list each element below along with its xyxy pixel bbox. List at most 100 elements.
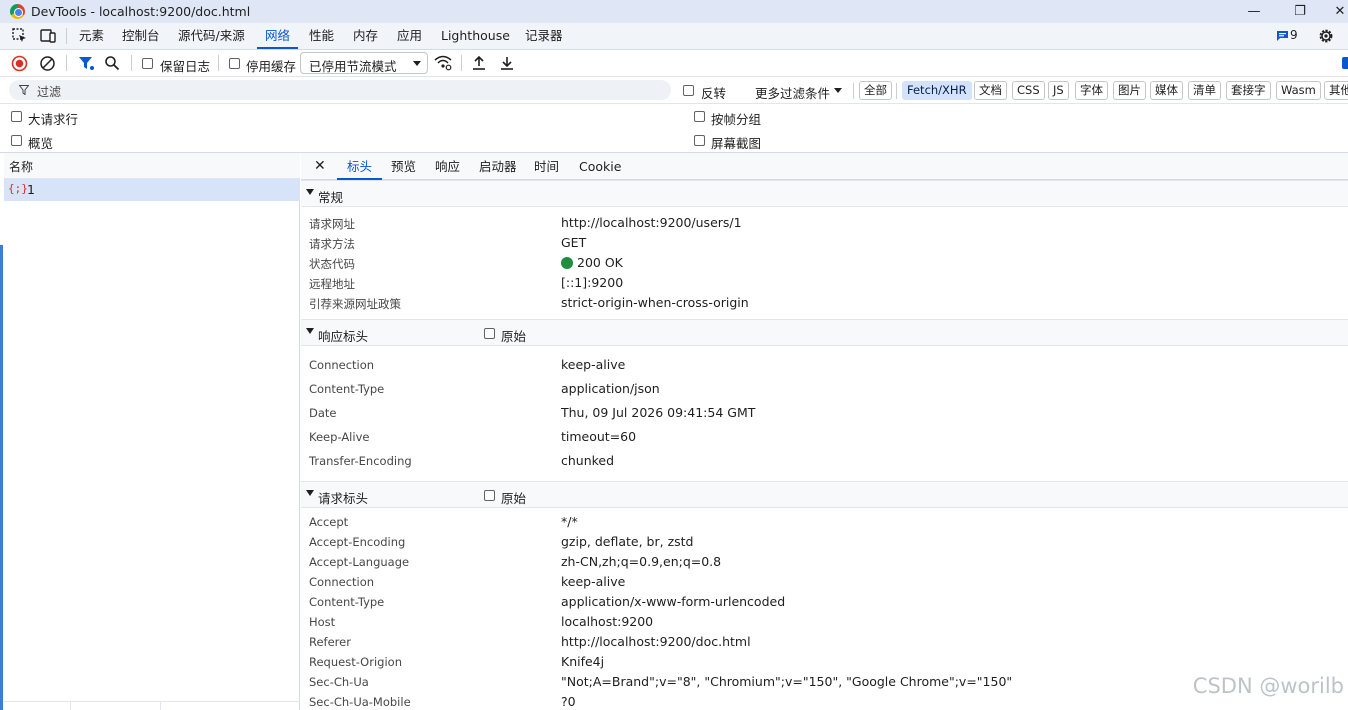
filter-divider <box>896 83 897 99</box>
network-toolbar: 保留日志 停用缓存 已停用节流模式 <box>0 50 1348 77</box>
preserve-log-checkbox[interactable] <box>142 58 153 69</box>
tab-elements[interactable]: 元素 <box>79 23 104 49</box>
header-name: Referer <box>309 635 351 649</box>
tab-preview[interactable]: 预览 <box>391 153 416 180</box>
header-name: 状态代码 <box>309 257 355 271</box>
dropdown-caret-icon <box>413 61 421 66</box>
window-titlebar: DevTools - localhost:9200/doc.html — ❐ ✕ <box>0 0 1348 23</box>
toolbar-divider <box>131 55 132 71</box>
overflow-settings-icon[interactable] <box>1342 57 1348 69</box>
filter-chip-other-clip: 其他 <box>1324 81 1348 100</box>
tab-network[interactable]: 网络 <box>257 23 299 49</box>
response-headers-title: 响应标头 <box>318 329 369 344</box>
response-headers-section-header[interactable]: 响应标头 原始 <box>301 319 1348 346</box>
filter-input[interactable]: 过滤 <box>9 80 671 100</box>
more-filters-dropdown[interactable]: 更多过滤条件 <box>755 83 830 102</box>
group-by-frame-checkbox[interactable] <box>694 111 705 122</box>
header-name: Sec-Ch-Ua-Mobile <box>309 695 411 709</box>
header-value: keep-alive <box>561 574 626 589</box>
filter-funnel-icon[interactable] <box>78 55 94 71</box>
disable-cache-checkbox[interactable] <box>229 58 240 69</box>
clear-log-icon[interactable] <box>39 55 56 72</box>
filter-chip-fetch-xhr[interactable]: Fetch/XHR <box>902 81 972 100</box>
left-edge-accent <box>0 245 3 710</box>
preserve-log-label: 保留日志 <box>160 59 211 74</box>
tab-response[interactable]: 响应 <box>435 153 460 180</box>
tabbar-divider <box>66 28 67 44</box>
tab-sources[interactable]: 源代码/来源 <box>178 23 245 49</box>
big-rows-checkbox[interactable] <box>11 111 22 122</box>
header-value: Knife4j <box>561 654 605 669</box>
request-row[interactable]: {;} 1 <box>4 179 300 201</box>
request-headers-section-header[interactable]: 请求标头 原始 <box>301 481 1348 508</box>
filter-chip-ws[interactable]: 套接字 <box>1226 81 1271 100</box>
header-value: "Not;A=Brand";v="8", "Chromium";v="150",… <box>561 674 1013 689</box>
filter-chip-other[interactable]: 其他 <box>1324 81 1348 100</box>
big-rows-label: 大请求行 <box>28 112 79 127</box>
filter-chip-js[interactable]: JS <box>1048 81 1069 100</box>
header-name: Content-Type <box>309 595 385 609</box>
header-value: Thu, 09 Jul 2026 09:41:54 GMT <box>561 405 756 420</box>
issues-icon[interactable] <box>1276 30 1289 42</box>
request-raw-checkbox[interactable] <box>484 490 495 501</box>
general-section-header[interactable]: 常规 <box>301 180 1348 207</box>
issues-count: 9 <box>1290 28 1298 42</box>
header-value: zh-CN,zh;q=0.9,en;q=0.8 <box>561 554 722 569</box>
stop-recording-icon[interactable] <box>11 55 28 72</box>
tab-memory[interactable]: 内存 <box>353 23 378 49</box>
filter-divider <box>853 83 854 99</box>
filter-chip-manifest[interactable]: 清单 <box>1188 81 1221 100</box>
close-detail-icon[interactable]: ✕ <box>314 158 326 174</box>
header-value: http://localhost:9200/doc.html <box>561 634 751 649</box>
request-list-pane: 名称 {;} 1 <box>4 153 300 710</box>
devtools-tabbar: 元素 控制台 源代码/来源 网络 性能 内存 应用 Lighthouse 记录器… <box>0 23 1348 50</box>
export-har-download-icon[interactable] <box>499 55 515 71</box>
header-value: */* <box>561 514 578 529</box>
filter-chip-img[interactable]: 图片 <box>1113 81 1146 100</box>
device-toolbar-icon[interactable] <box>39 27 57 45</box>
tab-timing[interactable]: 时间 <box>534 153 559 180</box>
filter-chip-font[interactable]: 字体 <box>1075 81 1108 100</box>
tab-cookies[interactable]: Cookie <box>579 153 621 180</box>
tab-performance[interactable]: 性能 <box>309 23 334 49</box>
filter-chip-css[interactable]: CSS <box>1012 81 1045 100</box>
search-icon[interactable] <box>104 55 120 71</box>
filter-chip-all[interactable]: 全部 <box>859 81 892 100</box>
settings-gear-icon[interactable] <box>1317 27 1335 45</box>
request-url-value: http://localhost:9200/users/1 <box>561 215 742 230</box>
import-har-upload-icon[interactable] <box>471 55 487 71</box>
header-name: 引荐来源网址政策 <box>309 297 401 311</box>
response-raw-label: 原始 <box>501 329 527 344</box>
tab-lighthouse[interactable]: Lighthouse <box>441 23 510 49</box>
tab-application[interactable]: 应用 <box>397 23 422 49</box>
response-raw-checkbox[interactable] <box>484 328 495 339</box>
inspect-element-icon[interactable] <box>11 27 29 45</box>
header-value: timeout=60 <box>561 429 637 444</box>
tab-console[interactable]: 控制台 <box>122 23 160 49</box>
minimize-button[interactable]: — <box>1244 3 1264 20</box>
chevron-down-icon <box>834 88 842 93</box>
filter-bar: 过滤 反转 更多过滤条件 全部 Fetch/XHR 文档 CSS JS 字体 图… <box>0 77 1348 104</box>
tab-initiator[interactable]: 启动器 <box>479 153 517 180</box>
csdn-watermark: CSDN @worilb <box>1192 674 1344 698</box>
filter-chip-doc[interactable]: 文档 <box>974 81 1007 100</box>
close-window-button[interactable]: ✕ <box>1330 3 1348 20</box>
network-conditions-wifi-icon[interactable] <box>434 55 452 71</box>
header-name: Transfer-Encoding <box>309 454 412 468</box>
throttling-select[interactable]: 已停用节流模式 <box>300 52 428 74</box>
tab-headers[interactable]: 标头 <box>337 153 383 180</box>
name-column-header[interactable]: 名称 <box>4 153 300 179</box>
filter-chip-wasm[interactable]: Wasm <box>1276 81 1321 100</box>
tab-recorder[interactable]: 记录器 <box>525 23 563 49</box>
filter-chip-media[interactable]: 媒体 <box>1150 81 1183 100</box>
overview-checkbox[interactable] <box>11 135 22 146</box>
status-ok-dot-icon <box>561 257 573 269</box>
header-name: Accept-Encoding <box>309 535 406 549</box>
screenshots-checkbox[interactable] <box>694 135 705 146</box>
window-title: DevTools - localhost:9200/doc.html <box>31 4 251 19</box>
invert-checkbox[interactable] <box>683 85 694 96</box>
header-value: application/x-www-form-urlencoded <box>561 594 786 609</box>
maximize-button[interactable]: ❐ <box>1290 3 1310 20</box>
header-name: Host <box>309 615 336 629</box>
header-value: keep-alive <box>561 357 626 372</box>
